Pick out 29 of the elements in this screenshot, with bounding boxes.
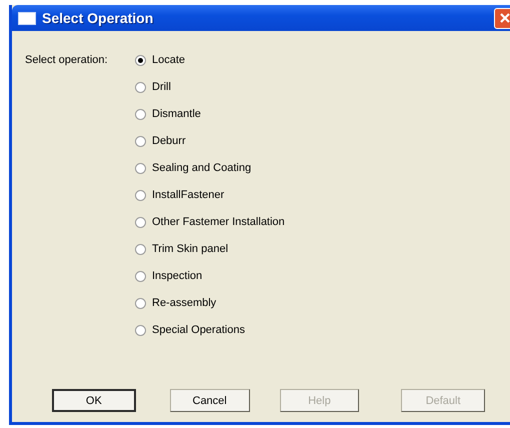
radio-button[interactable]	[135, 190, 146, 200]
radio-button[interactable]	[135, 216, 146, 228]
radio-button[interactable]	[135, 298, 146, 308]
option-label[interactable]: Sealing and Coating	[152, 162, 252, 174]
option-label[interactable]: Special Operations	[152, 324, 245, 336]
radio-button[interactable]	[135, 82, 146, 92]
option-label[interactable]: Drill	[152, 81, 171, 93]
option-label[interactable]: Inspection	[152, 270, 202, 282]
field-label: Select operation:	[25, 53, 109, 68]
option-label[interactable]: InstallFastener	[152, 189, 224, 201]
dialog-button[interactable]: OK	[52, 389, 136, 412]
close-button[interactable]	[494, 8, 510, 28]
window-title: Select Operation	[42, 10, 154, 26]
radio-button[interactable]	[135, 270, 146, 282]
close-icon	[499, 12, 510, 24]
radio-button[interactable]	[135, 324, 146, 336]
radio-button[interactable]	[135, 162, 146, 174]
option-label[interactable]: Other Fastemer Installation	[152, 216, 285, 228]
option-label[interactable]: Locate	[152, 54, 186, 66]
option-label[interactable]: Re-assembly	[152, 297, 216, 309]
radio-button[interactable]	[135, 244, 146, 254]
radio-button[interactable]	[135, 54, 146, 66]
option-label[interactable]: Trim Skin panel	[152, 243, 228, 255]
radio-button[interactable]	[135, 108, 146, 120]
option-label[interactable]: Deburr	[152, 135, 186, 147]
window-icon	[18, 12, 36, 24]
option-label[interactable]: Dismantle	[152, 108, 201, 120]
dialog-button[interactable]: Cancel	[170, 389, 250, 412]
radio-button[interactable]	[135, 136, 146, 146]
